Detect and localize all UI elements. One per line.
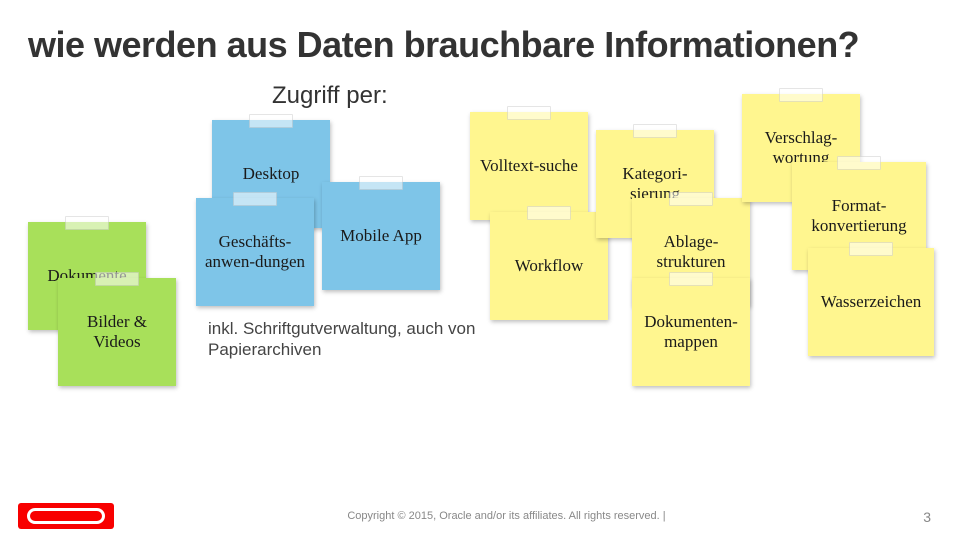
page-title: wie werden aus Daten brauchbare Informat… — [28, 24, 859, 66]
sticky-bilder-videos: Bilder & Videos — [58, 278, 176, 386]
access-label: Zugriff per: — [272, 82, 388, 110]
page-number: 3 — [923, 509, 931, 525]
sticky-workflow: Workflow — [490, 212, 608, 320]
oracle-logo-icon — [27, 508, 105, 524]
sticky-geschaefts: Geschäfts-anwen-dungen — [196, 198, 314, 306]
sticky-wasserz: Wasserzeichen — [808, 248, 934, 356]
copyright-text: Copyright © 2015, Oracle and/or its affi… — [114, 510, 959, 522]
sticky-mobile: Mobile App — [322, 182, 440, 290]
sticky-volltext: Volltext-suche — [470, 112, 588, 220]
footnote-text: inkl. Schriftgutverwaltung, auch von Pap… — [208, 318, 518, 361]
oracle-logo — [18, 503, 114, 529]
oracle-logo-box — [18, 503, 114, 529]
sticky-dokumappen: Dokumenten-mappen — [632, 278, 750, 386]
footer: Copyright © 2015, Oracle and/or its affi… — [0, 491, 959, 541]
